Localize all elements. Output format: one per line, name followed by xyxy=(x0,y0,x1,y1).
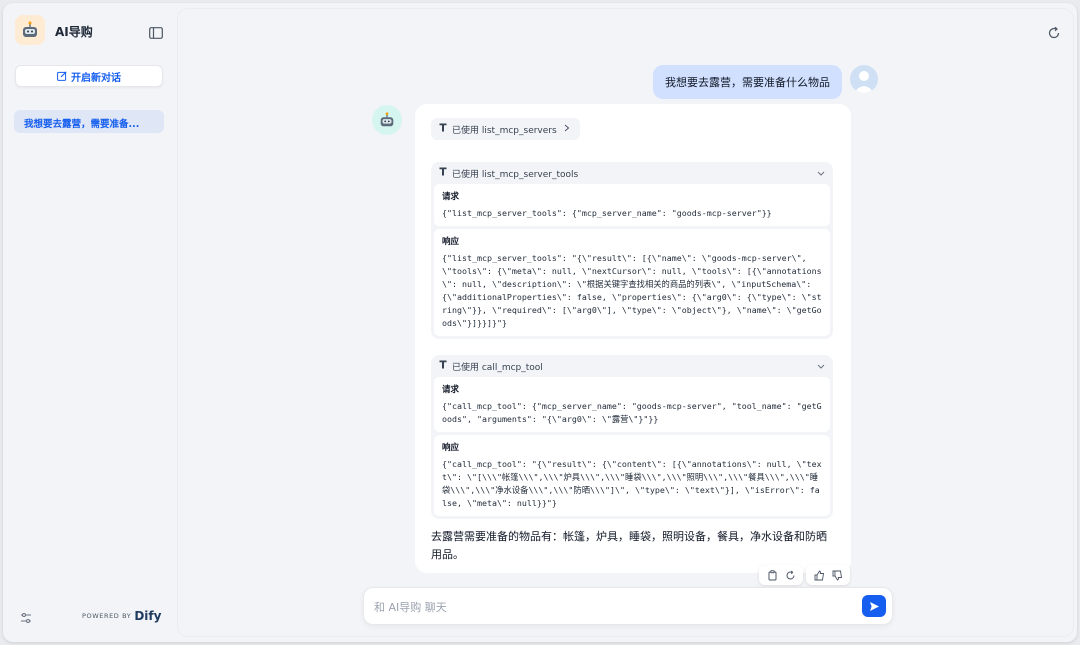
app-header: AI导购 xyxy=(15,15,165,47)
request-body: {"list_mcp_server_tools": {"mcp_server_n… xyxy=(442,208,772,218)
tool-call-list-mcp-server-tools: 已使用 list_mcp_server_tools 请求 {"list_mcp_… xyxy=(431,162,833,339)
conversation-item[interactable]: 我想要去露营，需要准备... xyxy=(14,110,164,133)
message-actions-copy-regenerate xyxy=(759,565,803,585)
request-label: 请求 xyxy=(442,385,460,395)
tool-icon xyxy=(439,360,447,372)
edit-icon xyxy=(57,71,67,81)
user-message: 我想要去露营，需要准备什么物品 xyxy=(653,65,842,99)
tool-icon xyxy=(439,167,447,179)
send-button[interactable] xyxy=(862,595,886,617)
chevron-down-icon xyxy=(817,170,825,180)
request-body: {"call_mcp_tool": {"mcp_server_name": "g… xyxy=(442,401,822,424)
user-avatar-icon xyxy=(850,65,878,93)
powered-by-text: POWERED BY xyxy=(82,612,132,620)
app-window: AI导购 开启新对话 我想要去露营，需要准备... POWERED BY Dif… xyxy=(3,3,1077,642)
assistant-message: 已使用 list_mcp_servers 已使用 list_mcp_server… xyxy=(415,104,851,573)
response-body: {"call_mcp_tool": "{\"result\": {\"conte… xyxy=(442,459,822,508)
tool-response: 响应 {"list_mcp_server_tools": "{\"result\… xyxy=(434,229,830,336)
response-label: 响应 xyxy=(442,443,460,453)
new-chat-button[interactable]: 开启新对话 xyxy=(15,65,163,87)
chat-input-bar xyxy=(363,587,893,625)
app-avatar-robot-icon xyxy=(15,15,45,45)
message-actions-feedback xyxy=(806,565,850,585)
response-label: 响应 xyxy=(442,237,460,247)
send-icon xyxy=(869,601,879,611)
chat-panel: 我想要去露营，需要准备什么物品 已使用 list_mcp_servers 已使用… xyxy=(178,9,1073,636)
settings-sliders-icon[interactable] xyxy=(20,609,32,623)
tool-call-header[interactable]: 已使用 list_mcp_server_tools xyxy=(431,162,833,184)
tool-response: 响应 {"call_mcp_tool": "{\"result\": {\"co… xyxy=(434,435,830,516)
tool-call-label: 已使用 call_mcp_tool xyxy=(452,362,543,373)
tool-call-label: 已使用 list_mcp_servers xyxy=(452,125,557,136)
powered-by: POWERED BY Dify xyxy=(82,609,161,623)
thumbs-down-icon[interactable] xyxy=(829,567,845,583)
copy-icon[interactable] xyxy=(764,567,780,583)
dify-logo: Dify xyxy=(134,609,162,623)
sidebar-toggle-icon[interactable] xyxy=(149,24,163,39)
tool-call-label: 已使用 list_mcp_server_tools xyxy=(452,169,579,180)
regenerate-icon[interactable] xyxy=(782,567,798,583)
response-body: {"list_mcp_server_tools": "{\"result\": … xyxy=(442,253,822,328)
sidebar: AI导购 开启新对话 我想要去露营，需要准备... POWERED BY Dif… xyxy=(3,3,176,642)
tool-request: 请求 {"list_mcp_server_tools": {"mcp_serve… xyxy=(434,184,830,226)
assistant-answer-text: 去露营需要准备的物品有：帐篷，炉具，睡袋，照明设备，餐具，净水设备和防晒用品。 xyxy=(431,530,827,561)
tool-call-call-mcp-tool: 已使用 call_mcp_tool 请求 {"call_mcp_tool": {… xyxy=(431,355,833,519)
refresh-icon[interactable] xyxy=(1047,25,1061,39)
app-name: AI导购 xyxy=(55,25,93,39)
chevron-down-icon xyxy=(817,363,825,373)
tool-icon xyxy=(439,123,447,135)
tool-request: 请求 {"call_mcp_tool": {"mcp_server_name":… xyxy=(434,377,830,432)
bot-avatar-robot-icon xyxy=(372,105,402,135)
request-label: 请求 xyxy=(442,192,460,202)
chevron-right-icon xyxy=(564,124,570,135)
chat-input[interactable] xyxy=(374,597,844,617)
thumbs-up-icon[interactable] xyxy=(811,567,827,583)
tool-call-header[interactable]: 已使用 call_mcp_tool xyxy=(431,355,833,377)
tool-call-list-mcp-servers[interactable]: 已使用 list_mcp_servers xyxy=(431,118,580,140)
new-chat-label: 开启新对话 xyxy=(71,72,121,84)
